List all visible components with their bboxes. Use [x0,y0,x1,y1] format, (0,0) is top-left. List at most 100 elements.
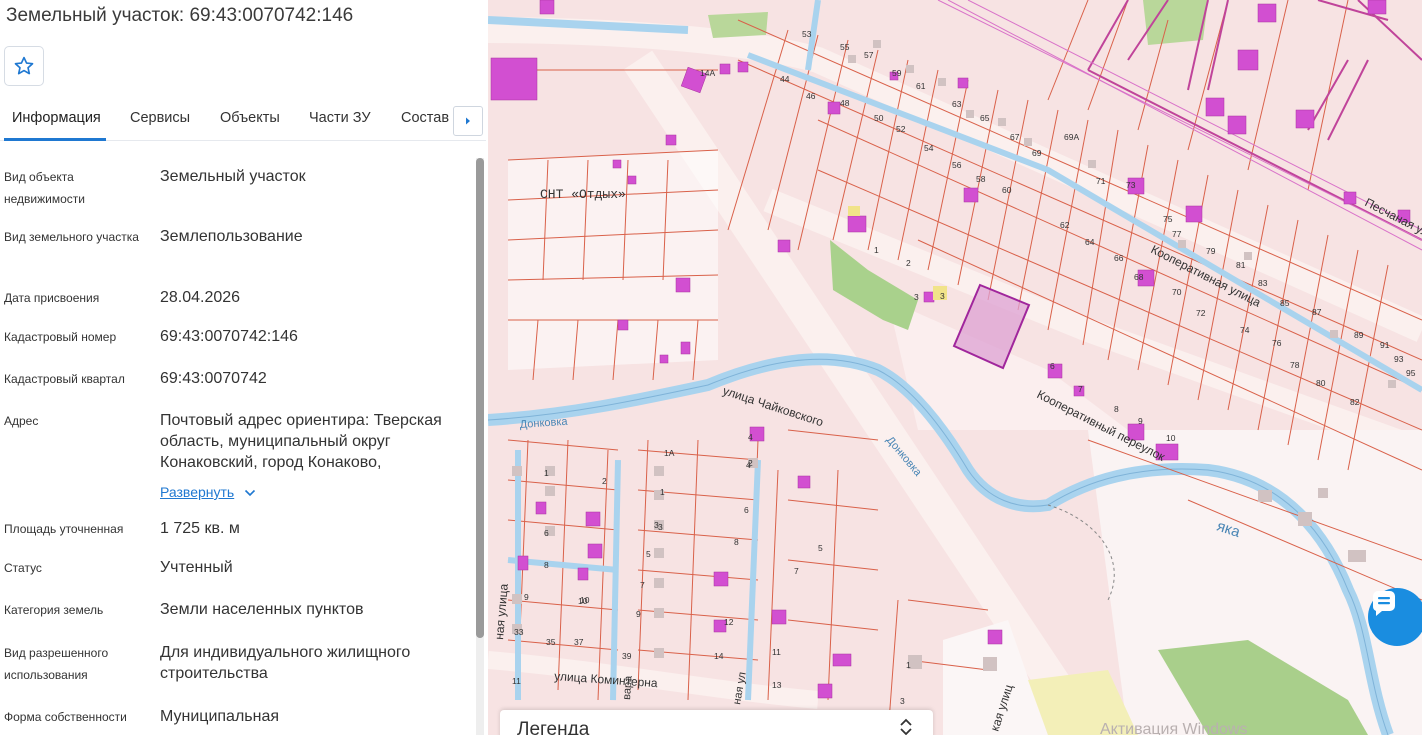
house-number: 1А [664,448,675,458]
chat-button[interactable] [1368,588,1422,646]
house-number: 11 [772,647,781,657]
house-number: 35 [546,637,556,647]
house-number: 68 [1134,272,1144,282]
house-number: 8 [544,560,549,570]
tab-parts[interactable]: Части ЗУ [309,110,371,126]
house-number: 3 [914,292,919,302]
house-number: 10 [580,595,590,605]
expand-wrap: Развернуть [160,482,460,503]
house-number: 14 [714,651,724,661]
house-number: 76 [1272,338,1282,348]
house-number: 2 [748,458,753,468]
tab-objects[interactable]: Объекты [220,110,280,126]
house-number: 7 [794,566,799,576]
house-number: 2 [602,476,607,486]
house-number: 9 [524,592,529,602]
house-number: 39 [622,651,632,661]
house-number: 11 [512,676,521,686]
house-number: 67 [1010,132,1020,142]
info-value: 28.04.2026 [160,289,241,306]
street-label: вара [621,674,635,700]
house-number: 3 [658,522,663,532]
map-canvas[interactable]: Кооперативная улица Кооперативный переул… [488,0,1422,735]
house-number: 85 [1280,298,1290,308]
house-number: 48 [840,98,850,108]
house-number: 93 [1394,354,1404,364]
info-label: Дата присвоения [4,291,100,305]
legend-toggle-button[interactable] [895,717,917,735]
info-value: 69:43:0070742 [160,370,267,387]
house-number: 6 [744,505,749,515]
house-number: 63 [952,99,962,109]
tab-composition[interactable]: Состав [401,110,449,126]
house-number: 59 [892,68,902,78]
house-number: 53 [802,29,812,39]
windows-watermark: Активация Windows [1100,721,1248,735]
house-number: 5 [818,543,823,553]
house-number: 13 [772,680,782,690]
house-number: 44 [780,74,790,84]
house-number: 6 [544,528,549,538]
house-number: 1 [544,468,549,478]
favorite-button[interactable] [4,46,44,86]
active-tab-indicator [4,138,106,141]
tab-info[interactable]: Информация [12,110,101,126]
house-number: 1 [874,245,879,255]
house-number: 82 [1350,397,1360,407]
house-number: 1 [906,660,911,670]
info-label: Форма собственности [4,710,127,724]
house-number: 7 [1078,384,1083,394]
chevron-down-icon [245,489,256,496]
scrollbar-thumb[interactable] [476,158,484,638]
info-value: Учтенный [160,559,233,576]
info-value: 69:43:0070742:146 [160,328,298,345]
house-number: 50 [874,113,884,123]
caret-right-icon [466,117,470,125]
house-number: 46 [806,91,816,101]
info-label: Вид земельного участка [4,230,139,244]
house-number: 72 [1196,308,1206,318]
info-value: 1 725 кв. м [160,520,240,537]
expand-link[interactable]: Развернуть [160,482,256,503]
house-number: 73 [1126,180,1136,190]
house-number: 89 [1354,330,1364,340]
house-number: 8 [1114,404,1119,414]
house-number: 58 [976,174,986,184]
house-number: 52 [896,124,906,134]
tabs-next-button[interactable] [453,106,483,136]
info-panel: Земельный участок: 69:43:0070742:146 Инф… [0,0,488,735]
house-number: 64 [1085,237,1095,247]
house-number: 54 [924,143,934,153]
house-number: 83 [1258,278,1268,288]
info-label: Кадастровый номер [4,330,117,344]
tab-services[interactable]: Сервисы [130,110,190,126]
house-number: 69А [1064,132,1079,142]
page-title: Земельный участок: 69:43:0070742:146 [6,5,354,26]
house-number: 12 [724,617,734,627]
house-number: 70 [1172,287,1182,297]
house-number: 8 [734,537,739,547]
legend-panel[interactable]: Легенда [500,710,933,735]
info-value: Муниципальная [160,708,280,725]
house-number: 79 [1206,246,1216,256]
house-number: 60 [1002,185,1012,195]
house-number: 55 [840,42,850,52]
tab-bar: Информация Сервисы Объекты Части ЗУ Сост… [0,100,486,141]
house-number: 37 [574,637,584,647]
house-number: 1 [660,487,665,497]
house-number: 14А [700,68,715,78]
house-number: 10 [1166,433,1176,443]
house-number: 2 [906,258,911,268]
house-number: 74 [1240,325,1250,335]
info-label: Статус [4,561,42,575]
area-label: СНТ «Отдых» [540,187,626,202]
info-value: Для индивидуального жилищного строительс… [160,644,411,682]
info-label: Вид разрешенного использования [4,646,109,682]
chevron-updown-icon [900,718,912,735]
cadastral-map[interactable]: Кооперативная улица Кооперативный переул… [488,0,1422,735]
house-number: 91 [1380,340,1390,350]
house-number: 78 [1290,360,1300,370]
house-number: 66 [1114,253,1124,263]
house-number: 69 [1032,148,1042,158]
house-number: 7 [640,580,645,590]
